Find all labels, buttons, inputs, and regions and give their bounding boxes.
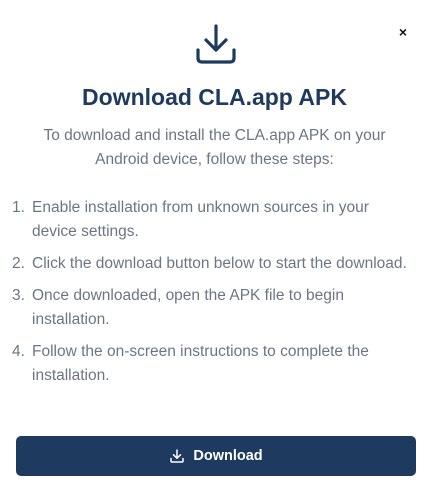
step-item: 2. Click the download button below to st… [12,252,412,276]
close-button[interactable]: × [395,24,411,40]
close-icon[interactable]: × [399,25,407,39]
step-number: 1. [12,199,25,216]
step-number: 3. [12,287,25,304]
step-text: Enable installation from unknown sources… [32,199,369,240]
step-text: Click the download button below to start… [32,255,407,272]
steps-list: 1. Enable installation from unknown sour… [12,196,412,396]
step-number: 2. [12,255,25,272]
dialog-title: Download CLA.app APK [82,84,347,110]
download-apk-dialog: × Download CLA.app APK To download and i… [0,0,429,484]
download-button[interactable]: Download [16,436,416,476]
download-icon [196,24,236,64]
step-item: 3. Once downloaded, open the APK file to… [12,284,412,332]
download-button-label: Download [193,448,263,464]
step-number: 4. [12,343,25,360]
step-item: 1. Enable installation from unknown sour… [12,196,412,244]
step-text: Follow the on-screen instructions to com… [32,343,369,384]
download-icon [170,449,185,463]
dialog-subtitle: To download and install the CLA.app APK … [43,127,386,168]
step-text: Once downloaded, open the APK file to be… [32,287,344,328]
step-item: 4. Follow the on-screen instructions to … [12,340,412,388]
